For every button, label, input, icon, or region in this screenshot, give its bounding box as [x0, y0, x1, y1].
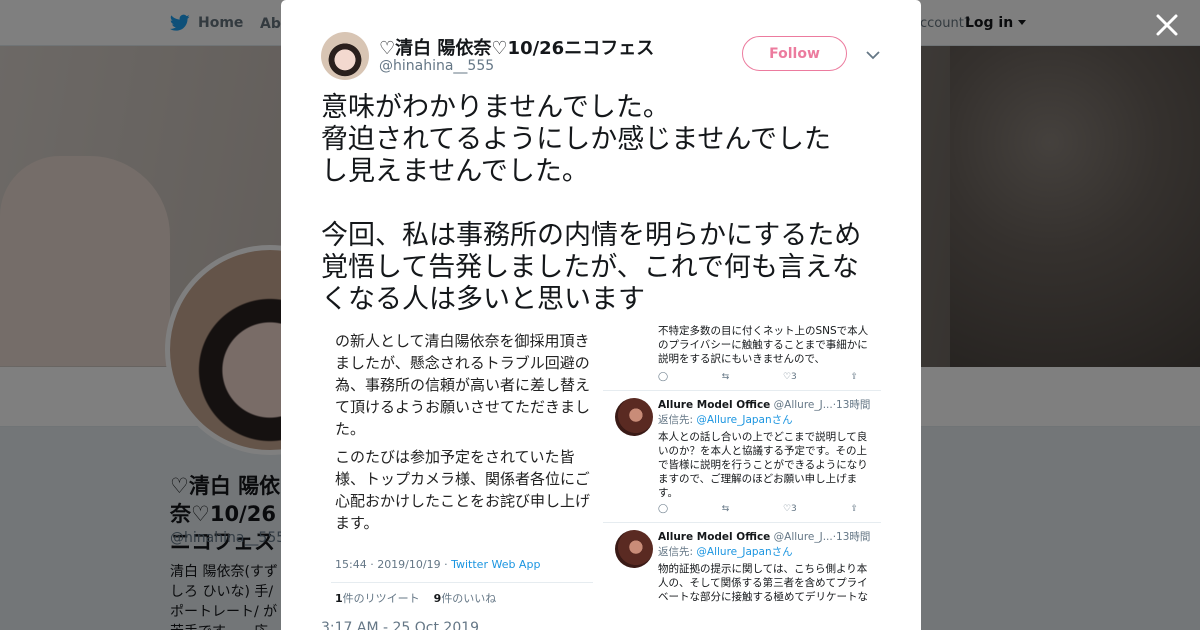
tweet-text-line: 今回、私は事務所の内情を明らかにするため [321, 220, 862, 251]
tweet-media[interactable]: の新人として清白陽依奈を御採用頂きましたが、懸念されるトラブル回避の為、事務所の… [321, 322, 881, 610]
like-icon: ♡3 [782, 504, 797, 514]
reply-author-handle: @Allure_J... [773, 399, 833, 411]
media-left-app: Twitter Web App [451, 558, 541, 571]
media-left-counts: 1件のリツイート 9件のいいね [335, 590, 496, 606]
divider [603, 390, 881, 391]
chevron-down-icon[interactable] [865, 47, 881, 63]
retweets-count: 1 [335, 592, 343, 605]
reply-header: Allure Model Office @Allure_J...·13時間 [658, 397, 873, 412]
tweet-timestamp[interactable]: 3:17 AM - 25 Oct 2019 [321, 620, 479, 630]
media-left-meta: 15:44 · 2019/10/19 · Twitter Web App [335, 558, 540, 571]
reply-icon: ◯ [658, 372, 669, 382]
tweet-text: 意味がわかりませんでした。 脅迫されてるようにしか感じませんでした し見えません… [321, 92, 891, 316]
author-handle[interactable]: @hinahina__555 [379, 58, 494, 74]
media-right-actions: ◯ ⇆ ♡3 ⇪ [658, 504, 858, 514]
reply-prefix: 返信先: [658, 414, 697, 426]
retweet-icon: ⇆ [721, 372, 730, 382]
like-count: 3 [791, 372, 797, 382]
divider [331, 582, 593, 583]
tweet-text-line: 意味がわかりませんでした。 [321, 92, 670, 123]
reply-avatar [615, 398, 653, 436]
media-right-actions: ◯ ⇆ ♡3 ⇪ [658, 372, 858, 382]
reply-prefix: 返信先: [658, 546, 697, 558]
reply-icon: ◯ [658, 504, 669, 514]
close-icon[interactable] [1154, 12, 1180, 38]
media-image-left[interactable]: の新人として清白陽依奈を御採用頂きましたが、懸念されるトラブル回避の為、事務所の… [321, 322, 601, 610]
reply-header: Allure Model Office @Allure_J...·13時間 [658, 529, 873, 544]
tweet-text-line: し見えませんでした。 [321, 156, 589, 187]
share-icon: ⇪ [850, 372, 858, 382]
reply-author-name: Allure Model Office [658, 399, 771, 411]
reply-author-handle: @Allure_J... [773, 531, 833, 543]
retweet-icon: ⇆ [721, 504, 730, 514]
reply-author-name: Allure Model Office [658, 531, 771, 543]
media-image-right[interactable]: 不特定多数の目に付くネット上のSNSで本人のプライバシーに触触することまで事細か… [603, 322, 881, 610]
author-avatar[interactable] [321, 32, 369, 80]
like-count: 3 [791, 504, 797, 514]
share-icon: ⇪ [850, 504, 858, 514]
reply-time: ·13時間 [832, 531, 871, 543]
reply-time: ·13時間 [832, 399, 871, 411]
like-icon: ♡3 [782, 372, 797, 382]
tweet-text-line: 覚悟して告発しましたが、これで何も言えな [321, 252, 859, 283]
follow-button[interactable]: Follow [742, 36, 847, 71]
reply-text: 本人との話し合いの上でどこまで説明して良いのか？を本人と協議する予定です。その上… [658, 431, 868, 499]
reply-avatar [615, 530, 653, 568]
retweets-label: 件のリツイート [342, 592, 420, 605]
tweet-text-line: 脅迫されてるようにしか感じませんでした [321, 124, 832, 155]
author-name[interactable]: ♡清白 陽依奈♡10/26ニコフェス [379, 34, 654, 60]
reply-to-handle: @Allure_Japanさん [696, 546, 793, 558]
divider [603, 522, 881, 523]
media-left-paragraph: このたびは参加予定をされていた皆様、トップカメラ様、関係者各位にご心配おかけした… [335, 448, 591, 532]
reply-text: 物的証拠の提示に関しては、こちら側より本人の、そして関係する第三者を含めてプライ… [658, 563, 868, 603]
tweet-modal: ♡清白 陽依奈♡10/26ニコフェス @hinahina__555 Follow… [281, 0, 921, 630]
likes-label: 件のいいね [441, 592, 497, 605]
media-left-paragraph: の新人として清白陽依奈を御採用頂きましたが、懸念されるトラブル回避の為、事務所の… [335, 332, 591, 438]
reply-to-line: 返信先: @Allure_Japanさん [658, 412, 793, 427]
reply-to-line: 返信先: @Allure_Japanさん [658, 544, 793, 559]
tweet-text-line: くなる人は多いと思います [321, 284, 645, 315]
media-left-time: 15:44 · 2019/10/19 · [335, 558, 452, 571]
reply-to-handle: @Allure_Japanさん [696, 414, 793, 426]
media-right-text: 不特定多数の目に付くネット上のSNSで本人のプライバシーに触触することまで事細か… [658, 325, 869, 365]
